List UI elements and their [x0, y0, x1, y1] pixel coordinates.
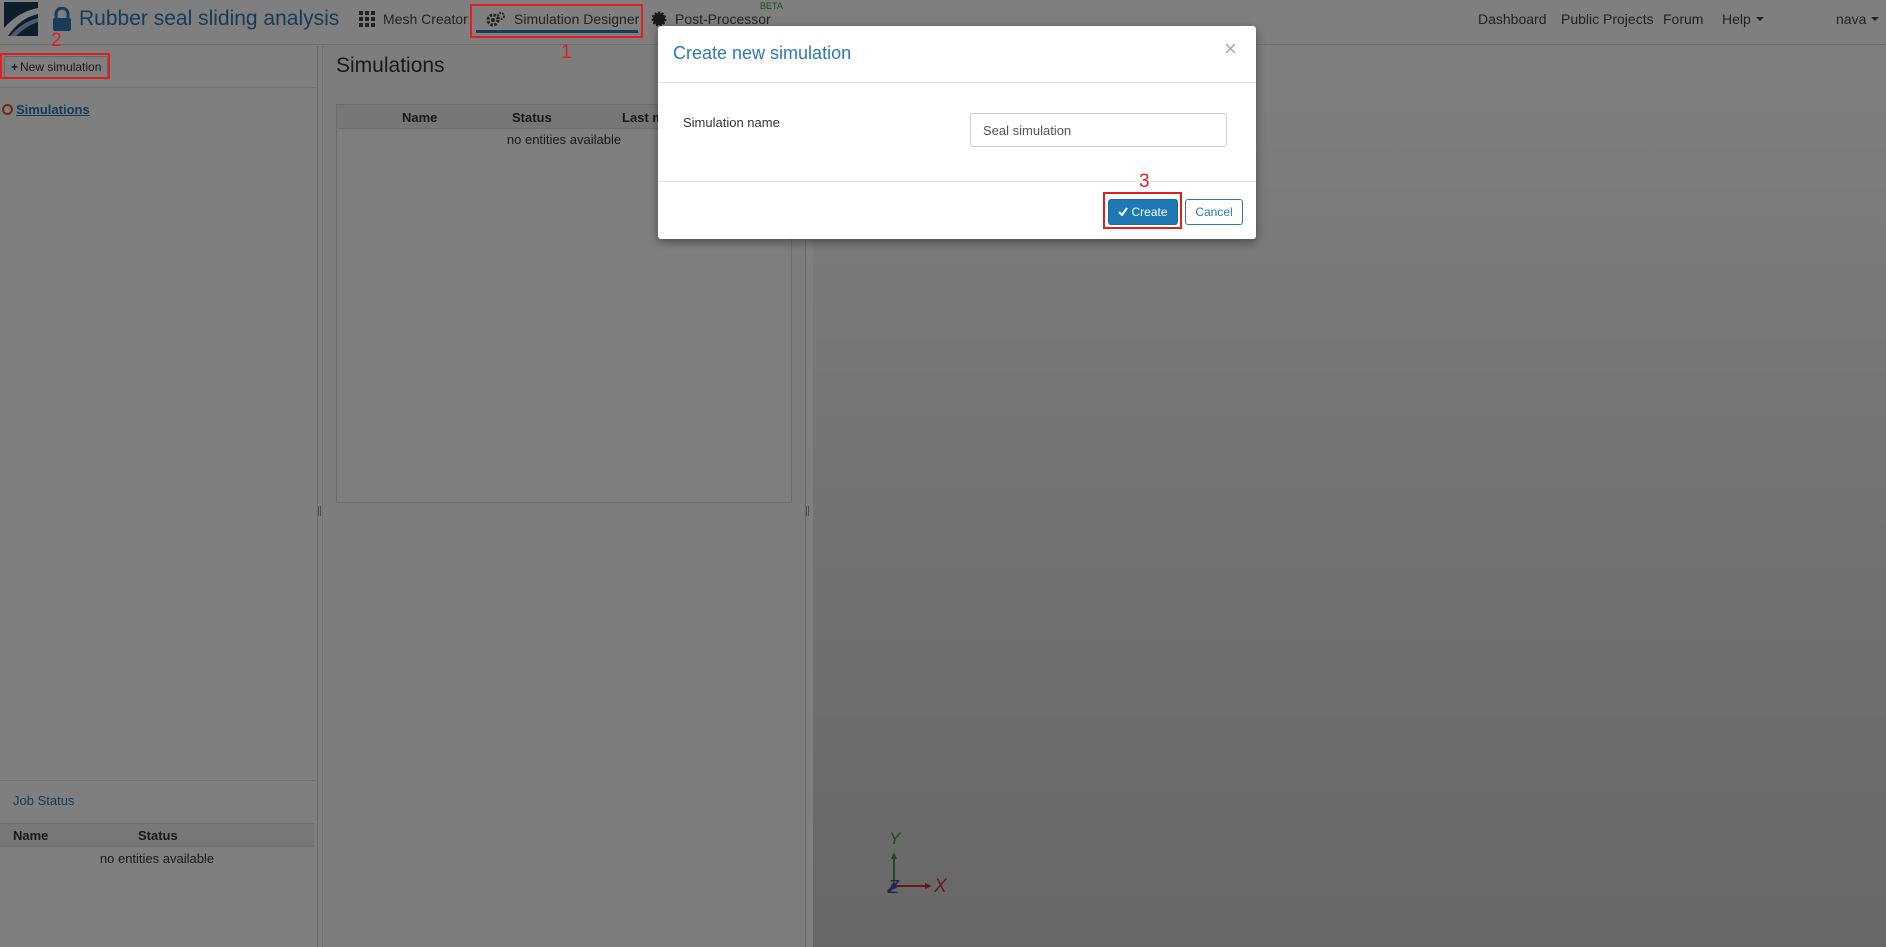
dialog-title: Create new simulation: [673, 43, 852, 63]
annotation-number-1: 1: [561, 42, 572, 63]
close-icon[interactable]: ×: [1224, 38, 1237, 60]
simulation-name-label: Simulation name: [683, 115, 780, 130]
annotation-number-3: 3: [1139, 171, 1150, 192]
simulation-name-input[interactable]: [970, 113, 1227, 147]
annotation-box-step-3: [1103, 192, 1182, 229]
cancel-button[interactable]: Cancel: [1185, 199, 1243, 225]
dialog-footer-divider: [658, 181, 1256, 182]
annotation-box-step-2: [0, 53, 110, 79]
dialog-header: Create new simulation ×: [658, 26, 1256, 83]
annotation-number-2: 2: [51, 30, 62, 51]
annotation-box-step-1: [470, 4, 643, 38]
